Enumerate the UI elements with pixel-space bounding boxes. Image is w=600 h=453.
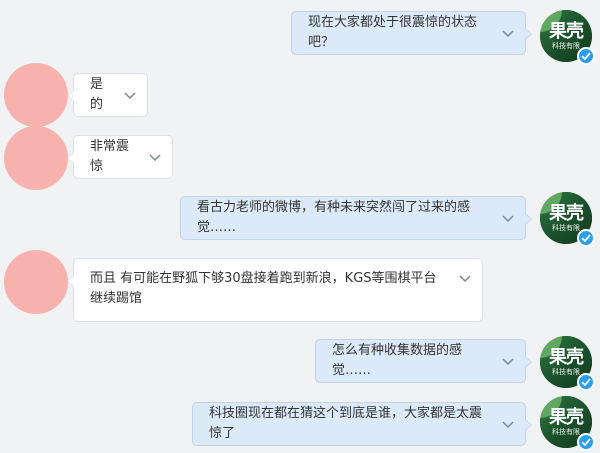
chevron-down-icon[interactable]	[148, 153, 162, 163]
message-text: 而且 有可能在野狐下够30盘接着跑到新浪，KGS等围棋平台继续踢馆	[90, 271, 437, 306]
brand-title: 果壳	[549, 407, 584, 428]
chevron-down-icon[interactable]	[501, 29, 515, 39]
chevron-down-icon[interactable]	[123, 91, 137, 101]
message-bubble[interactable]: 科技圈现在都在猜这个到底是谁，大家都是太震惊了	[192, 402, 532, 446]
verified-check-icon	[577, 47, 595, 65]
brand-avatar[interactable]: 果壳 科技有限	[540, 192, 595, 247]
verified-check-icon	[577, 373, 595, 391]
message-text: 现在大家都处于很震惊的状态吧？	[308, 15, 478, 50]
chevron-down-icon[interactable]	[501, 214, 515, 224]
brand-avatar[interactable]: 果壳 科技有限	[540, 396, 595, 451]
message-bubble[interactable]: 看古力老师的微博，有种未来突然闯了过来的感觉……	[180, 196, 532, 240]
verified-check-icon	[577, 433, 595, 451]
brand-avatar[interactable]: 果壳 科技有限	[540, 10, 595, 65]
verified-check-icon	[577, 229, 595, 247]
user-avatar[interactable]	[4, 250, 68, 314]
brand-title: 果壳	[549, 21, 584, 42]
message-bubble[interactable]: 怎么有种收集数据的感觉……	[315, 339, 532, 383]
message-bubble[interactable]: 现在大家都处于很震惊的状态吧？	[291, 11, 532, 55]
chevron-down-icon[interactable]	[501, 357, 515, 367]
message-bubble[interactable]: 而且 有可能在野狐下够30盘接着跑到新浪，KGS等围棋平台继续踢馆	[67, 258, 483, 322]
message-bubble[interactable]: 是的	[67, 73, 148, 117]
user-avatar[interactable]	[4, 63, 68, 127]
user-avatar[interactable]	[4, 126, 68, 190]
message-bubble[interactable]: 非常震惊	[67, 135, 173, 179]
chevron-down-icon[interactable]	[501, 420, 515, 430]
chevron-down-icon[interactable]	[458, 274, 472, 284]
brand-avatar[interactable]: 果壳 科技有限	[540, 336, 595, 391]
message-text: 怎么有种收集数据的感觉……	[332, 343, 463, 378]
message-text: 是的	[90, 77, 104, 112]
message-text: 科技圈现在都在猜这个到底是谁，大家都是太震惊了	[209, 406, 483, 441]
brand-title: 果壳	[549, 203, 584, 224]
message-text: 看古力老师的微博，有种未来突然闯了过来的感觉……	[197, 200, 471, 235]
brand-title: 果壳	[549, 347, 584, 368]
message-text: 非常震惊	[90, 139, 130, 174]
